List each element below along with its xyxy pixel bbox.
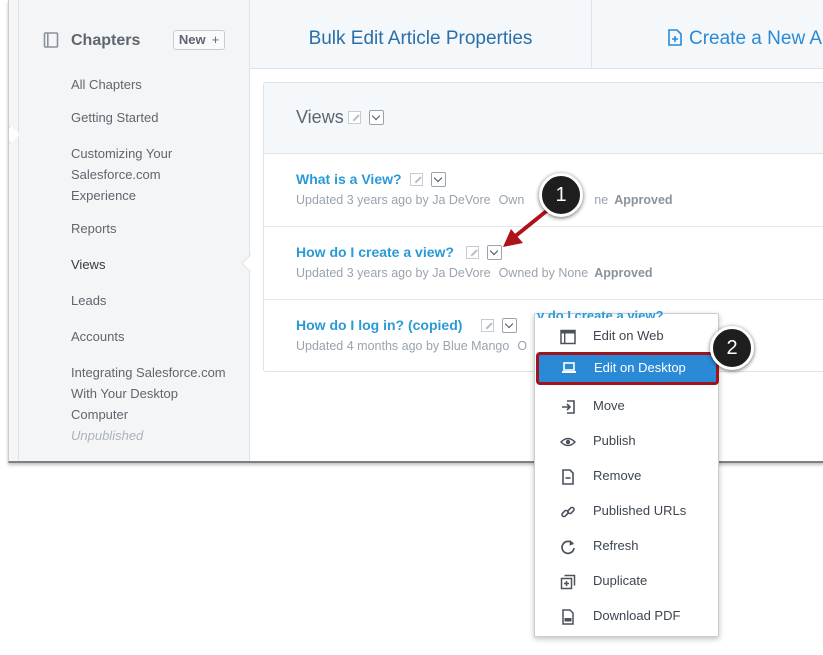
- article-owner-tail: ne: [594, 193, 609, 207]
- article-title-link[interactable]: What is a View?: [296, 171, 402, 187]
- tab-create-new-article[interactable]: Create a New Ar: [592, 0, 823, 68]
- article-meta: Updated 4 months ago by Blue Mango O: [296, 339, 527, 353]
- edit-section-icon[interactable]: [348, 111, 361, 124]
- menu-item-label: Edit on Web: [593, 328, 664, 343]
- article-dropdown-button[interactable]: [431, 172, 446, 187]
- article-meta: Updated 3 years ago by Ja DeVore Own ne App…: [296, 193, 673, 207]
- menu-item-publish[interactable]: Publish: [535, 424, 718, 459]
- section-title: Views: [296, 107, 344, 127]
- sidebar-item-label: Accounts: [71, 329, 125, 344]
- sidebar-item-views[interactable]: Views: [71, 254, 231, 275]
- menu-item-edit-on-desktop[interactable]: Edit on Desktop: [536, 352, 719, 385]
- article-updated: Updated 3 years ago by Ja DeVore: [296, 266, 491, 280]
- chapters-header: Chapters New +: [43, 30, 233, 54]
- document-minus-icon: [562, 469, 574, 485]
- sidebar-item-getting-started[interactable]: Getting Started: [71, 107, 231, 128]
- refresh-icon: [561, 540, 575, 555]
- tab-bulk-edit[interactable]: Bulk Edit Article Properties: [250, 0, 592, 68]
- callout-step-2: 2: [710, 326, 754, 370]
- sidebar-item-label: Views: [71, 257, 106, 272]
- duplicate-icon: [560, 574, 576, 590]
- sidebar-item-leads[interactable]: Leads: [71, 290, 231, 311]
- menu-item-label: Published URLs: [593, 503, 687, 518]
- eye-icon: [560, 437, 576, 447]
- new-chapter-label: New: [178, 32, 206, 47]
- article-meta: Updated 3 years ago by Ja DeVore Owned by…: [296, 266, 653, 280]
- new-chapter-button[interactable]: New +: [173, 30, 225, 50]
- edit-article-icon[interactable]: [410, 173, 423, 186]
- move-in-icon: [562, 400, 575, 414]
- article-title-link[interactable]: How do I log in? (copied): [296, 317, 462, 333]
- sidebar-item-reports[interactable]: Reports: [71, 218, 231, 239]
- active-item-pointer: [241, 254, 260, 273]
- top-tabs: Bulk Edit Article Properties Create a Ne…: [250, 0, 823, 69]
- edit-article-icon[interactable]: [466, 246, 479, 259]
- menu-item-label: Move: [593, 398, 625, 413]
- status-badge: Approved: [614, 193, 673, 207]
- article-owner: O: [517, 339, 528, 353]
- menu-item-label: Download PDF: [593, 608, 681, 623]
- unpublished-badge: Unpublished: [71, 428, 144, 443]
- sidebar-item-label: Customizing Your Salesforce.com Experien…: [71, 146, 173, 203]
- article-dropdown-button[interactable]: [502, 318, 517, 333]
- sidebar-item-customizing[interactable]: Customizing Your Salesforce.com Experien…: [71, 143, 191, 206]
- menu-item-download-pdf[interactable]: Download PDF: [535, 599, 718, 634]
- chapters-sidebar: Chapters New + All Chapters Getting Start…: [9, 0, 260, 461]
- menu-item-label: Refresh: [593, 538, 639, 553]
- article-updated: Updated 4 months ago by Blue Mango: [296, 339, 510, 353]
- sidebar-item-label: Leads: [71, 293, 107, 308]
- menu-item-label: Remove: [593, 468, 642, 483]
- menu-item-refresh[interactable]: Refresh: [535, 529, 718, 564]
- callout-step-1: 1: [539, 173, 583, 217]
- menu-item-label: Duplicate: [593, 573, 648, 588]
- sidebar-item-label: All Chapters: [71, 77, 142, 92]
- menu-item-published-urls[interactable]: Published URLs: [535, 494, 718, 529]
- article-owner: Owned by None: [498, 266, 589, 280]
- chapters-title: Chapters: [71, 32, 141, 49]
- book-icon: [43, 32, 59, 48]
- menu-item-duplicate[interactable]: Duplicate: [535, 564, 718, 599]
- article-actions-menu: v do I create a view? Edit on Web Edit o…: [534, 308, 719, 637]
- new-document-icon: [668, 29, 682, 46]
- sidebar-border: [18, 0, 19, 461]
- sidebar-item-label: Integrating Salesforce.com With Your Des…: [71, 365, 226, 422]
- menu-item-edit-on-web[interactable]: Edit on Web: [535, 319, 718, 354]
- menu-item-move[interactable]: Move: [535, 389, 718, 424]
- section-dropdown-button[interactable]: [369, 110, 384, 125]
- edit-article-icon[interactable]: [481, 319, 494, 332]
- laptop-icon: [562, 362, 576, 373]
- sidebar-item-accounts[interactable]: Accounts: [71, 326, 231, 347]
- sidebar-item-integrating[interactable]: Integrating Salesforce.com With Your Des…: [71, 362, 226, 446]
- section-header: Views: [264, 83, 823, 154]
- menu-item-label: Publish: [593, 433, 636, 448]
- sidebar-item-label: Reports: [71, 221, 117, 236]
- browser-window-icon: [560, 329, 576, 345]
- menu-item-remove[interactable]: Remove: [535, 459, 718, 494]
- menu-peek-title: v do I create a view?: [537, 308, 664, 318]
- status-badge: Approved: [594, 266, 653, 280]
- pdf-icon: [562, 609, 574, 625]
- sidebar-item-all-chapters[interactable]: All Chapters: [71, 74, 231, 95]
- link-icon: [561, 506, 575, 518]
- article-updated: Updated 3 years ago by Ja DeVore: [296, 193, 491, 207]
- tab-create-label: Create a New Ar: [689, 28, 823, 49]
- article-title-link[interactable]: How do I create a view?: [296, 244, 454, 260]
- tab-bulk-edit-label: Bulk Edit Article Properties: [308, 28, 533, 49]
- plus-icon: +: [211, 32, 220, 47]
- sidebar-item-label: Getting Started: [71, 110, 159, 125]
- menu-item-label: Edit on Desktop: [594, 360, 686, 375]
